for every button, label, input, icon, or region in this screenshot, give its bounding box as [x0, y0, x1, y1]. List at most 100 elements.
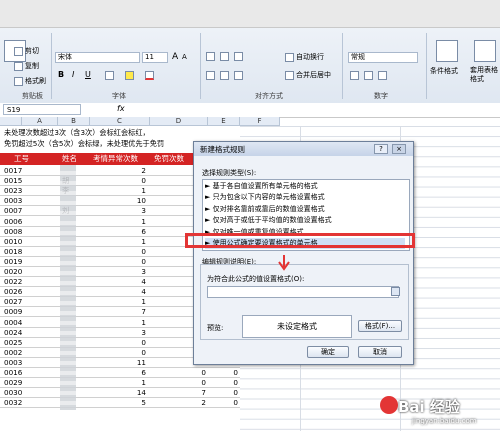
- column-header[interactable]: F: [240, 117, 280, 126]
- table-cell[interactable]: 0025: [4, 338, 22, 348]
- table-cell[interactable]: 11: [90, 358, 146, 368]
- table-cell[interactable]: 6: [90, 368, 146, 378]
- rule-type-item[interactable]: ► 基于各自值设置所有单元格的格式: [205, 181, 405, 192]
- table-cell[interactable]: 0010: [4, 237, 22, 247]
- table-cell[interactable]: 7: [90, 307, 146, 317]
- table-cell[interactable]: 0: [208, 388, 238, 398]
- table-cell[interactable]: 0006: [4, 217, 22, 227]
- table-cell[interactable]: 0009: [4, 307, 22, 317]
- copy-button[interactable]: 复制: [14, 61, 39, 71]
- table-cell[interactable]: 0: [90, 247, 146, 257]
- column-header[interactable]: A: [22, 117, 58, 126]
- table-cell[interactable]: 3: [90, 267, 146, 277]
- table-cell[interactable]: 0015: [4, 176, 22, 186]
- collapse-dialog-icon[interactable]: [391, 287, 400, 296]
- table-cell[interactable]: 0022: [4, 277, 22, 287]
- grow-font-button[interactable]: A: [172, 52, 178, 62]
- table-cell[interactable]: 0032: [4, 398, 22, 408]
- table-cell[interactable]: 4: [90, 287, 146, 297]
- table-cell[interactable]: 14: [90, 388, 146, 398]
- table-cell[interactable]: 0002: [4, 348, 22, 358]
- conditional-format-icon[interactable]: [436, 40, 458, 62]
- number-format-select[interactable]: 常规: [348, 52, 418, 63]
- rule-type-item[interactable]: ► 仅对高于或低于平均值的数值设置格式: [205, 215, 405, 226]
- table-cell[interactable]: 1: [90, 217, 146, 227]
- table-cell[interactable]: 10: [90, 196, 146, 206]
- cancel-button[interactable]: 取消: [358, 346, 402, 358]
- table-cell[interactable]: 0: [150, 378, 206, 388]
- table-cell[interactable]: 0: [90, 348, 146, 358]
- note-cell[interactable]: 免罚超过5次（含5次）会标绿，未处理优先于免罚: [4, 139, 164, 149]
- table-cell[interactable]: 0024: [4, 328, 22, 338]
- table-cell[interactable]: 0004: [4, 318, 22, 328]
- table-cell[interactable]: 0030: [4, 388, 22, 398]
- merge-center-button[interactable]: 合并后居中: [285, 70, 331, 80]
- underline-button[interactable]: U: [85, 70, 91, 79]
- align-center-icon[interactable]: [220, 71, 229, 80]
- table-cell[interactable]: 1: [90, 237, 146, 247]
- table-cell[interactable]: 2: [150, 398, 206, 408]
- table-cell[interactable]: 0003: [4, 358, 22, 368]
- table-cell[interactable]: 6: [90, 227, 146, 237]
- table-format-button[interactable]: 套用表格格式: [470, 66, 500, 84]
- column-header[interactable]: D: [150, 117, 208, 126]
- table-cell[interactable]: 1: [90, 378, 146, 388]
- header-name[interactable]: 姓名: [62, 153, 77, 165]
- help-button[interactable]: ?: [374, 144, 388, 154]
- percent-icon[interactable]: [364, 71, 373, 80]
- shrink-font-button[interactable]: A: [182, 53, 187, 61]
- note-cell[interactable]: 未处理次数超过3次（含3次）会标红会标红，: [4, 128, 150, 138]
- align-bottom-icon[interactable]: [234, 52, 243, 61]
- align-middle-icon[interactable]: [220, 52, 229, 61]
- bold-button[interactable]: B: [58, 70, 64, 79]
- table-cell[interactable]: 0: [208, 398, 238, 408]
- border-icon[interactable]: [105, 71, 114, 80]
- table-cell[interactable]: 0007: [4, 206, 22, 216]
- table-cell[interactable]: 7: [150, 388, 206, 398]
- header-exempt-count[interactable]: 免罚次数: [154, 153, 184, 165]
- table-cell[interactable]: 0: [150, 368, 206, 378]
- close-button[interactable]: ×: [392, 144, 406, 154]
- table-cell[interactable]: 0: [90, 176, 146, 186]
- font-size-select[interactable]: 11: [142, 52, 168, 63]
- table-cell[interactable]: 1: [90, 318, 146, 328]
- format-button[interactable]: 格式(F)...: [358, 320, 402, 332]
- table-cell[interactable]: 4: [90, 277, 146, 287]
- table-cell[interactable]: 0: [208, 378, 238, 388]
- table-cell[interactable]: 0020: [4, 267, 22, 277]
- fill-color-icon[interactable]: [125, 71, 134, 80]
- font-name-select[interactable]: 宋体: [55, 52, 140, 63]
- table-cell[interactable]: 5: [90, 398, 146, 408]
- table-cell[interactable]: 0018: [4, 247, 22, 257]
- table-cell[interactable]: 0023: [4, 186, 22, 196]
- table-cell[interactable]: 0026: [4, 287, 22, 297]
- table-cell[interactable]: 3: [90, 328, 146, 338]
- cut-button[interactable]: 剪切: [14, 46, 39, 56]
- column-header[interactable]: E: [208, 117, 240, 126]
- align-right-icon[interactable]: [234, 71, 243, 80]
- rule-type-item[interactable]: ► 只为包含以下内容的单元格设置格式: [205, 192, 405, 203]
- formula-input[interactable]: [207, 286, 399, 298]
- table-cell[interactable]: 0003: [4, 196, 22, 206]
- table-cell[interactable]: 3: [90, 206, 146, 216]
- table-cell[interactable]: 0019: [4, 257, 22, 267]
- table-format-icon[interactable]: [474, 40, 496, 62]
- align-left-icon[interactable]: [206, 71, 215, 80]
- header-id[interactable]: 工号: [14, 153, 29, 165]
- currency-icon[interactable]: [350, 71, 359, 80]
- comma-icon[interactable]: [378, 71, 387, 80]
- wrap-text-button[interactable]: 自动换行: [285, 52, 324, 62]
- table-cell[interactable]: 0016: [4, 368, 22, 378]
- table-cell[interactable]: 1: [90, 297, 146, 307]
- ok-button[interactable]: 确定: [307, 346, 349, 358]
- column-header[interactable]: B: [58, 117, 90, 126]
- select-all-corner[interactable]: [0, 117, 22, 126]
- conditional-format-button[interactable]: 条件格式: [430, 66, 458, 76]
- italic-button[interactable]: I: [72, 70, 74, 79]
- table-cell[interactable]: 1: [90, 186, 146, 196]
- table-cell[interactable]: 0: [208, 368, 238, 378]
- table-cell[interactable]: 0: [90, 257, 146, 267]
- table-cell[interactable]: 0017: [4, 166, 22, 176]
- header-abnormal-count[interactable]: 考情异常次数: [93, 153, 138, 165]
- name-box[interactable]: S19: [3, 104, 81, 115]
